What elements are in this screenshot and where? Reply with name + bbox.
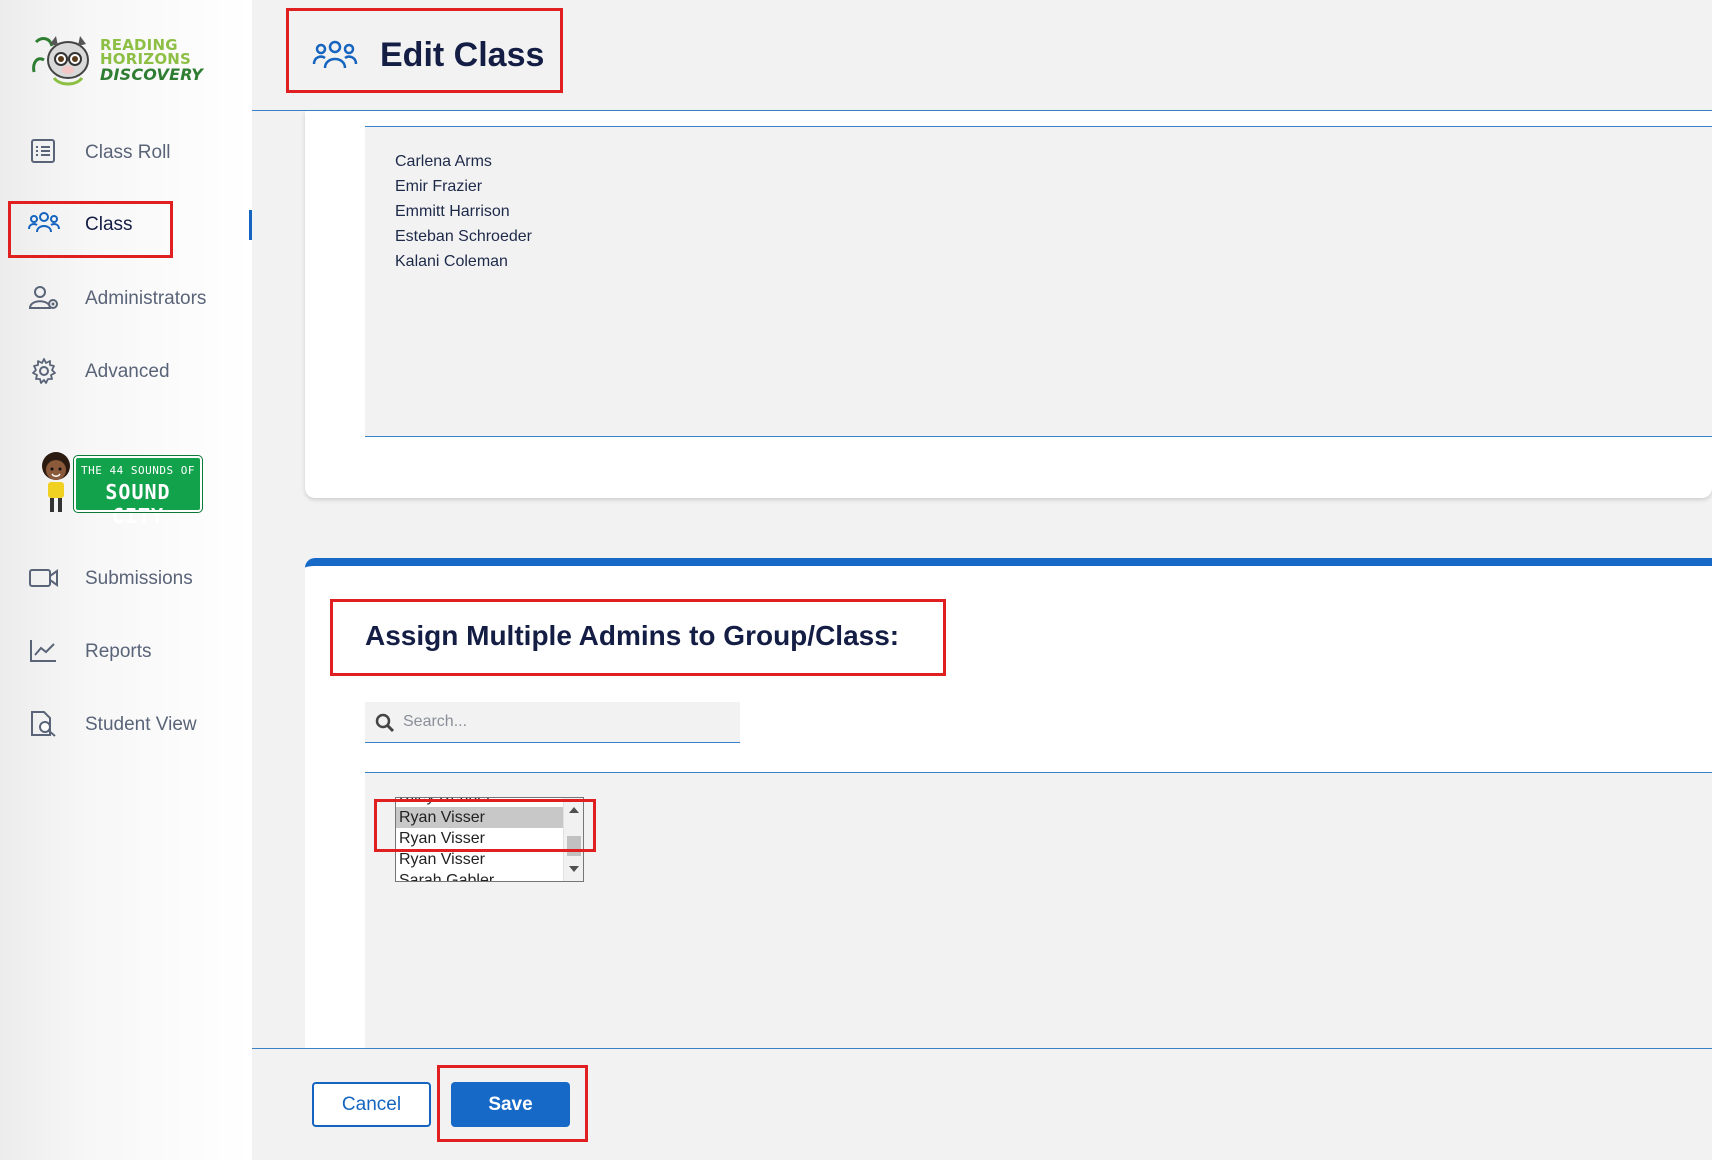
sidebar-item-submissions[interactable]: Submissions [0, 556, 252, 600]
sound-city-line1: THE 44 SOUNDS OF [81, 464, 195, 477]
search-input[interactable] [403, 710, 723, 734]
sidebar-item-label: Submissions [85, 568, 193, 589]
student-item: Kalani Coleman [395, 253, 508, 270]
chart-line-icon [30, 640, 56, 662]
sidebar-item-reports[interactable]: Reports [0, 629, 252, 673]
student-item: Carlena Arms [395, 153, 492, 170]
sidebar-item-student-view[interactable]: Student View [0, 702, 252, 746]
scroll-up-arrow-icon[interactable] [569, 807, 579, 813]
admins-listbox[interactable]: Riley Renner Ryan Visser Ryan Visser Rya… [395, 797, 584, 882]
sidebar-item-administrators[interactable]: Administrators [0, 276, 252, 320]
sidebar-item-label: Administrators [85, 288, 207, 309]
sound-city-line2: SOUND CITY [105, 480, 171, 528]
sidebar: READING HORIZONS DISCOVERY Class Roll Cl… [0, 0, 252, 1160]
document-search-icon [31, 711, 56, 737]
student-item: Emir Frazier [395, 178, 483, 195]
sidebar-item-label: Class [85, 214, 133, 235]
listbox-scrollbar[interactable] [563, 798, 583, 881]
reading-horizons-logo[interactable]: READING HORIZONS DISCOVERY [30, 32, 210, 92]
admin-option[interactable]: Ryan Visser [396, 849, 564, 870]
admin-option[interactable]: Sarah Gabler [396, 870, 564, 881]
active-indicator [249, 210, 252, 240]
scroll-thumb[interactable] [567, 836, 581, 856]
sidebar-item-label: Advanced [85, 361, 170, 382]
cancel-button[interactable]: Cancel [312, 1082, 431, 1127]
sidebar-item-label: Student View [85, 714, 197, 735]
sidebar-item-advanced[interactable]: Advanced [0, 349, 252, 393]
admin-option-selected[interactable]: Ryan Visser [396, 807, 564, 828]
sidebar-item-label: Reports [85, 641, 152, 662]
admin-option[interactable]: Riley Renner [396, 798, 564, 807]
lemur-mascot-icon [32, 36, 89, 86]
search-icon [375, 713, 395, 733]
group-icon [312, 40, 358, 69]
group-icon [28, 212, 60, 233]
students-list-box: Carlena Arms Emir Frazier Emmitt Harriso… [365, 126, 1712, 437]
sound-city-sign: THE 44 SOUNDS OF SOUND CITY [73, 455, 203, 528]
admin-option[interactable]: Ryan Visser [396, 828, 564, 849]
user-gear-icon [28, 286, 58, 309]
scroll-down-arrow-icon[interactable] [569, 866, 579, 872]
page-header: Edit Class [252, 0, 1712, 111]
list-icon [31, 139, 55, 163]
save-button[interactable]: Save [451, 1082, 570, 1127]
gear-icon [32, 358, 56, 384]
logo-word-3: DISCOVERY [100, 65, 204, 84]
student-item: Esteban Schroeder [395, 228, 532, 245]
students-list: Carlena Arms Emir Frazier Emmitt Harriso… [395, 149, 532, 274]
student-item: Emmitt Harrison [395, 203, 510, 220]
sidebar-item-class-roll[interactable]: Class Roll [0, 130, 252, 174]
page-title: Edit Class [380, 36, 545, 74]
assign-admins-title: Assign Multiple Admins to Group/Class: [365, 620, 900, 651]
sidebar-item-label: Class Roll [85, 142, 171, 163]
admin-search [365, 702, 740, 743]
sound-city-banner[interactable]: THE 44 SOUNDS OF SOUND CITY [28, 448, 208, 528]
sidebar-item-class[interactable]: Class [0, 202, 252, 246]
video-icon [29, 569, 58, 587]
